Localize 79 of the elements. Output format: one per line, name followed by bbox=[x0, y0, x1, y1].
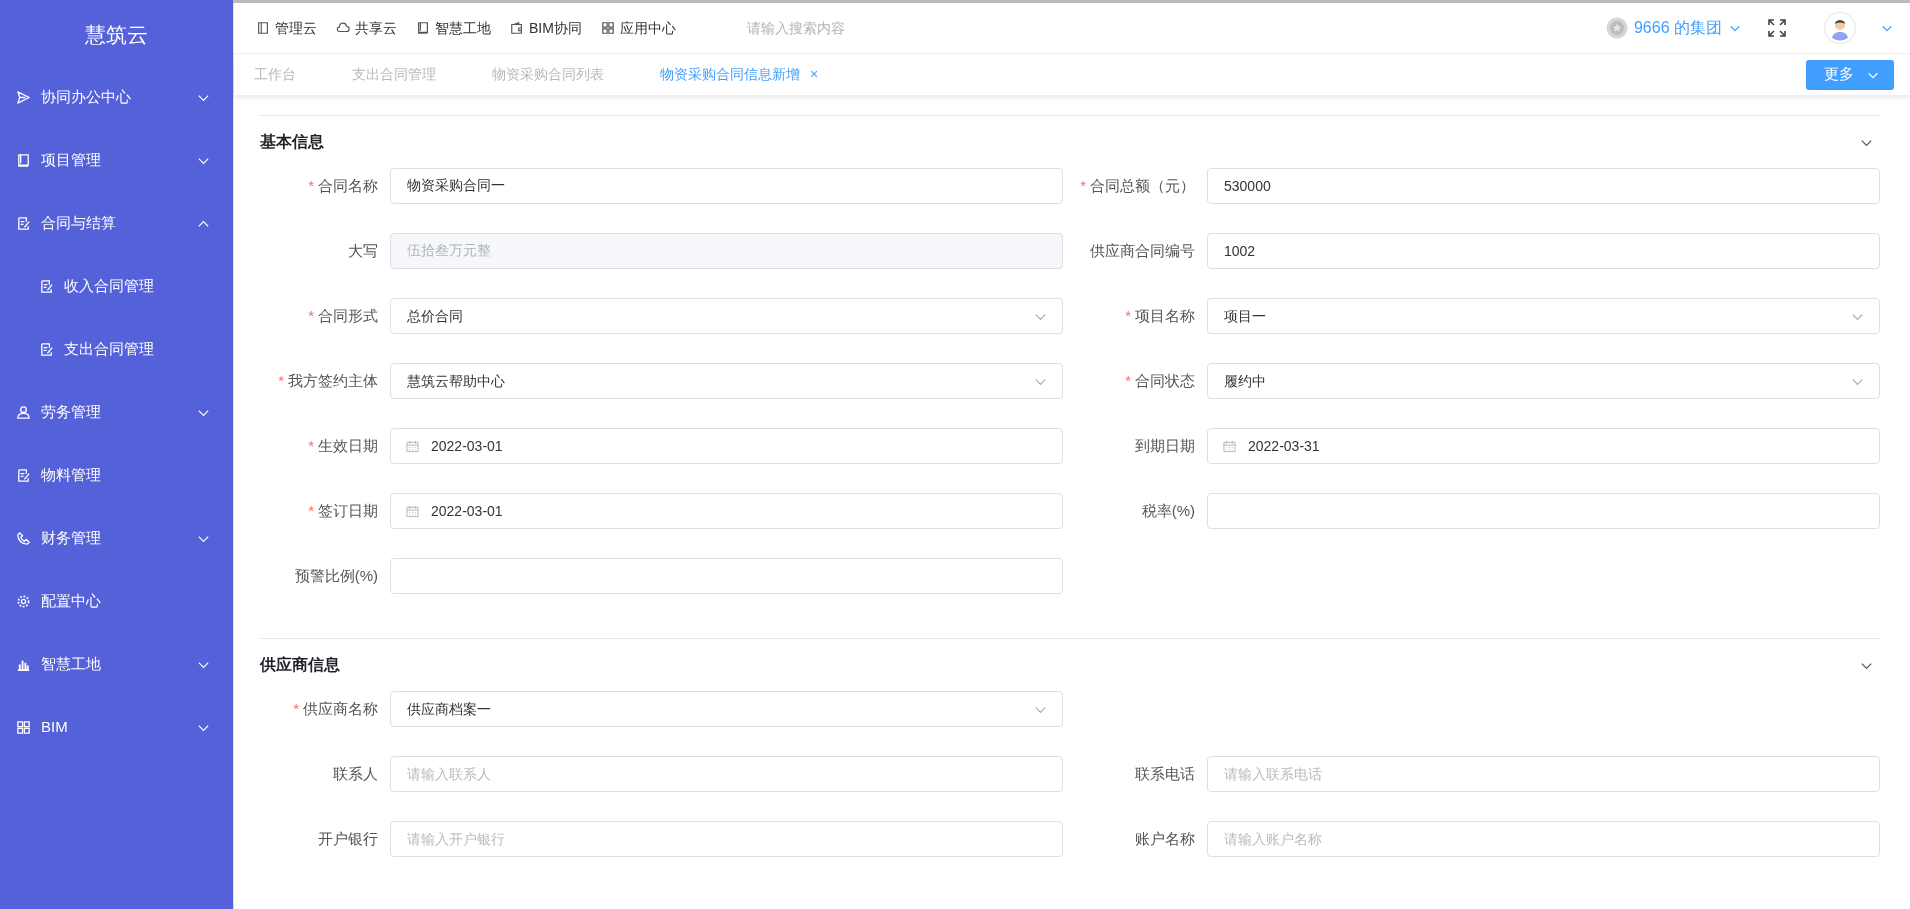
sidebar-item[interactable]: 支出合同管理 bbox=[0, 318, 233, 381]
section-title: 基本信息 bbox=[260, 132, 324, 152]
wallet-icon bbox=[510, 21, 524, 35]
page-tab[interactable]: 物资采购合同信息新增 × bbox=[660, 64, 819, 85]
input-field[interactable]: 物资采购合同一 bbox=[390, 168, 1063, 204]
book-icon bbox=[16, 153, 31, 168]
book-icon bbox=[416, 21, 430, 35]
calendar-icon bbox=[1223, 440, 1236, 453]
field-label: * 供应商名称 bbox=[292, 698, 379, 719]
calendar-icon bbox=[406, 440, 419, 453]
medal-icon bbox=[1605, 17, 1628, 39]
top-nav-link[interactable]: 应用中心 bbox=[600, 17, 676, 39]
panel-icon bbox=[256, 21, 270, 35]
top-nav-link[interactable]: 共享云 bbox=[336, 17, 397, 39]
field-label: 供应商合同编号 bbox=[1089, 240, 1196, 261]
field-label: * 合同总额（元） bbox=[1079, 175, 1196, 196]
settings-icon bbox=[16, 594, 31, 609]
document-edit-icon bbox=[16, 468, 31, 483]
section-title: 供应商信息 bbox=[260, 655, 340, 675]
send-icon bbox=[16, 90, 31, 105]
input-field[interactable]: 请输入账户名称 bbox=[1207, 821, 1880, 857]
sidebar-item[interactable]: 合同与结算 bbox=[0, 192, 233, 255]
field-label: * 生效日期 bbox=[307, 435, 379, 456]
field-label: * 合同形式 bbox=[307, 305, 379, 326]
sidebar-item[interactable]: 劳务管理 bbox=[0, 381, 233, 444]
top-nav-link[interactable]: 智慧工地 bbox=[416, 17, 491, 39]
field-label: * 项目名称 bbox=[1124, 305, 1196, 326]
input-field[interactable]: 请输入联系人 bbox=[390, 756, 1063, 792]
sidebar-item[interactable]: 物料管理 bbox=[0, 444, 233, 507]
tab-close-button[interactable]: × bbox=[810, 64, 819, 85]
more-button[interactable]: 更多 bbox=[1806, 59, 1894, 90]
field-label: 账户名称 bbox=[1134, 828, 1196, 849]
document-edit-icon bbox=[39, 279, 54, 294]
grid-icon bbox=[16, 720, 31, 735]
sidebar-item[interactable]: 财务管理 bbox=[0, 507, 233, 570]
select-field[interactable]: 慧筑云帮助中心 bbox=[390, 363, 1063, 399]
top-nav-link[interactable]: 管理云 bbox=[256, 17, 317, 39]
field-label: * 合同名称 bbox=[307, 175, 379, 196]
field-label: 联系人 bbox=[332, 763, 379, 784]
grid-icon bbox=[600, 21, 615, 35]
phone-icon bbox=[16, 531, 31, 546]
select-field[interactable]: 供应商档案一 bbox=[390, 691, 1063, 727]
calendar-icon bbox=[406, 505, 419, 518]
cloud-icon bbox=[336, 21, 350, 35]
input-field[interactable] bbox=[390, 558, 1063, 594]
document-edit-icon bbox=[39, 342, 54, 357]
document-edit-icon bbox=[16, 216, 31, 231]
input-field[interactable]: 1002 bbox=[1207, 233, 1880, 269]
field-label: 税率(%) bbox=[1140, 500, 1196, 521]
field-label: 联系电话 bbox=[1134, 763, 1196, 784]
field-label: 到期日期 bbox=[1134, 435, 1196, 456]
field-label: * 我方签约主体 bbox=[277, 370, 379, 391]
select-field[interactable]: 履约中 bbox=[1207, 363, 1880, 399]
input-field[interactable]: 请输入开户银行 bbox=[390, 821, 1063, 857]
avatar-icon[interactable] bbox=[1824, 12, 1856, 44]
user-icon bbox=[16, 405, 31, 420]
sidebar-item[interactable]: 智慧工地 bbox=[0, 633, 233, 696]
field-label: * 签订日期 bbox=[307, 500, 379, 521]
group-switcher[interactable]: 9666 的集团 bbox=[1605, 16, 1742, 40]
sidebar-item[interactable]: 协同办公中心 bbox=[0, 66, 233, 129]
sidebar-item[interactable]: 配置中心 bbox=[0, 570, 233, 633]
top-nav-link[interactable]: BIM协同 bbox=[510, 17, 582, 39]
input-field[interactable]: 530000 bbox=[1207, 168, 1880, 204]
sidebar-item[interactable]: 项目管理 bbox=[0, 129, 233, 192]
sidebar-item[interactable]: BIM bbox=[0, 696, 233, 759]
input-field[interactable] bbox=[1207, 493, 1880, 529]
field-label: 大写 bbox=[347, 240, 379, 261]
select-field[interactable]: 项目一 bbox=[1207, 298, 1880, 334]
date-field[interactable]: 2022-03-01 bbox=[390, 493, 1063, 529]
field-label: 预警比例(%) bbox=[293, 565, 379, 586]
date-field[interactable]: 2022-03-31 bbox=[1207, 428, 1880, 464]
field-label: 开户银行 bbox=[317, 828, 379, 849]
field-label: * 合同状态 bbox=[1124, 370, 1196, 391]
date-field[interactable]: 2022-03-01 bbox=[390, 428, 1063, 464]
sidebar-item[interactable]: 收入合同管理 bbox=[0, 255, 233, 318]
select-field[interactable]: 总价合同 bbox=[390, 298, 1063, 334]
fullscreen-icon[interactable] bbox=[1768, 19, 1786, 37]
logo-text: 慧筑云 bbox=[84, 22, 149, 49]
input-field[interactable]: 请输入联系电话 bbox=[1207, 756, 1880, 792]
